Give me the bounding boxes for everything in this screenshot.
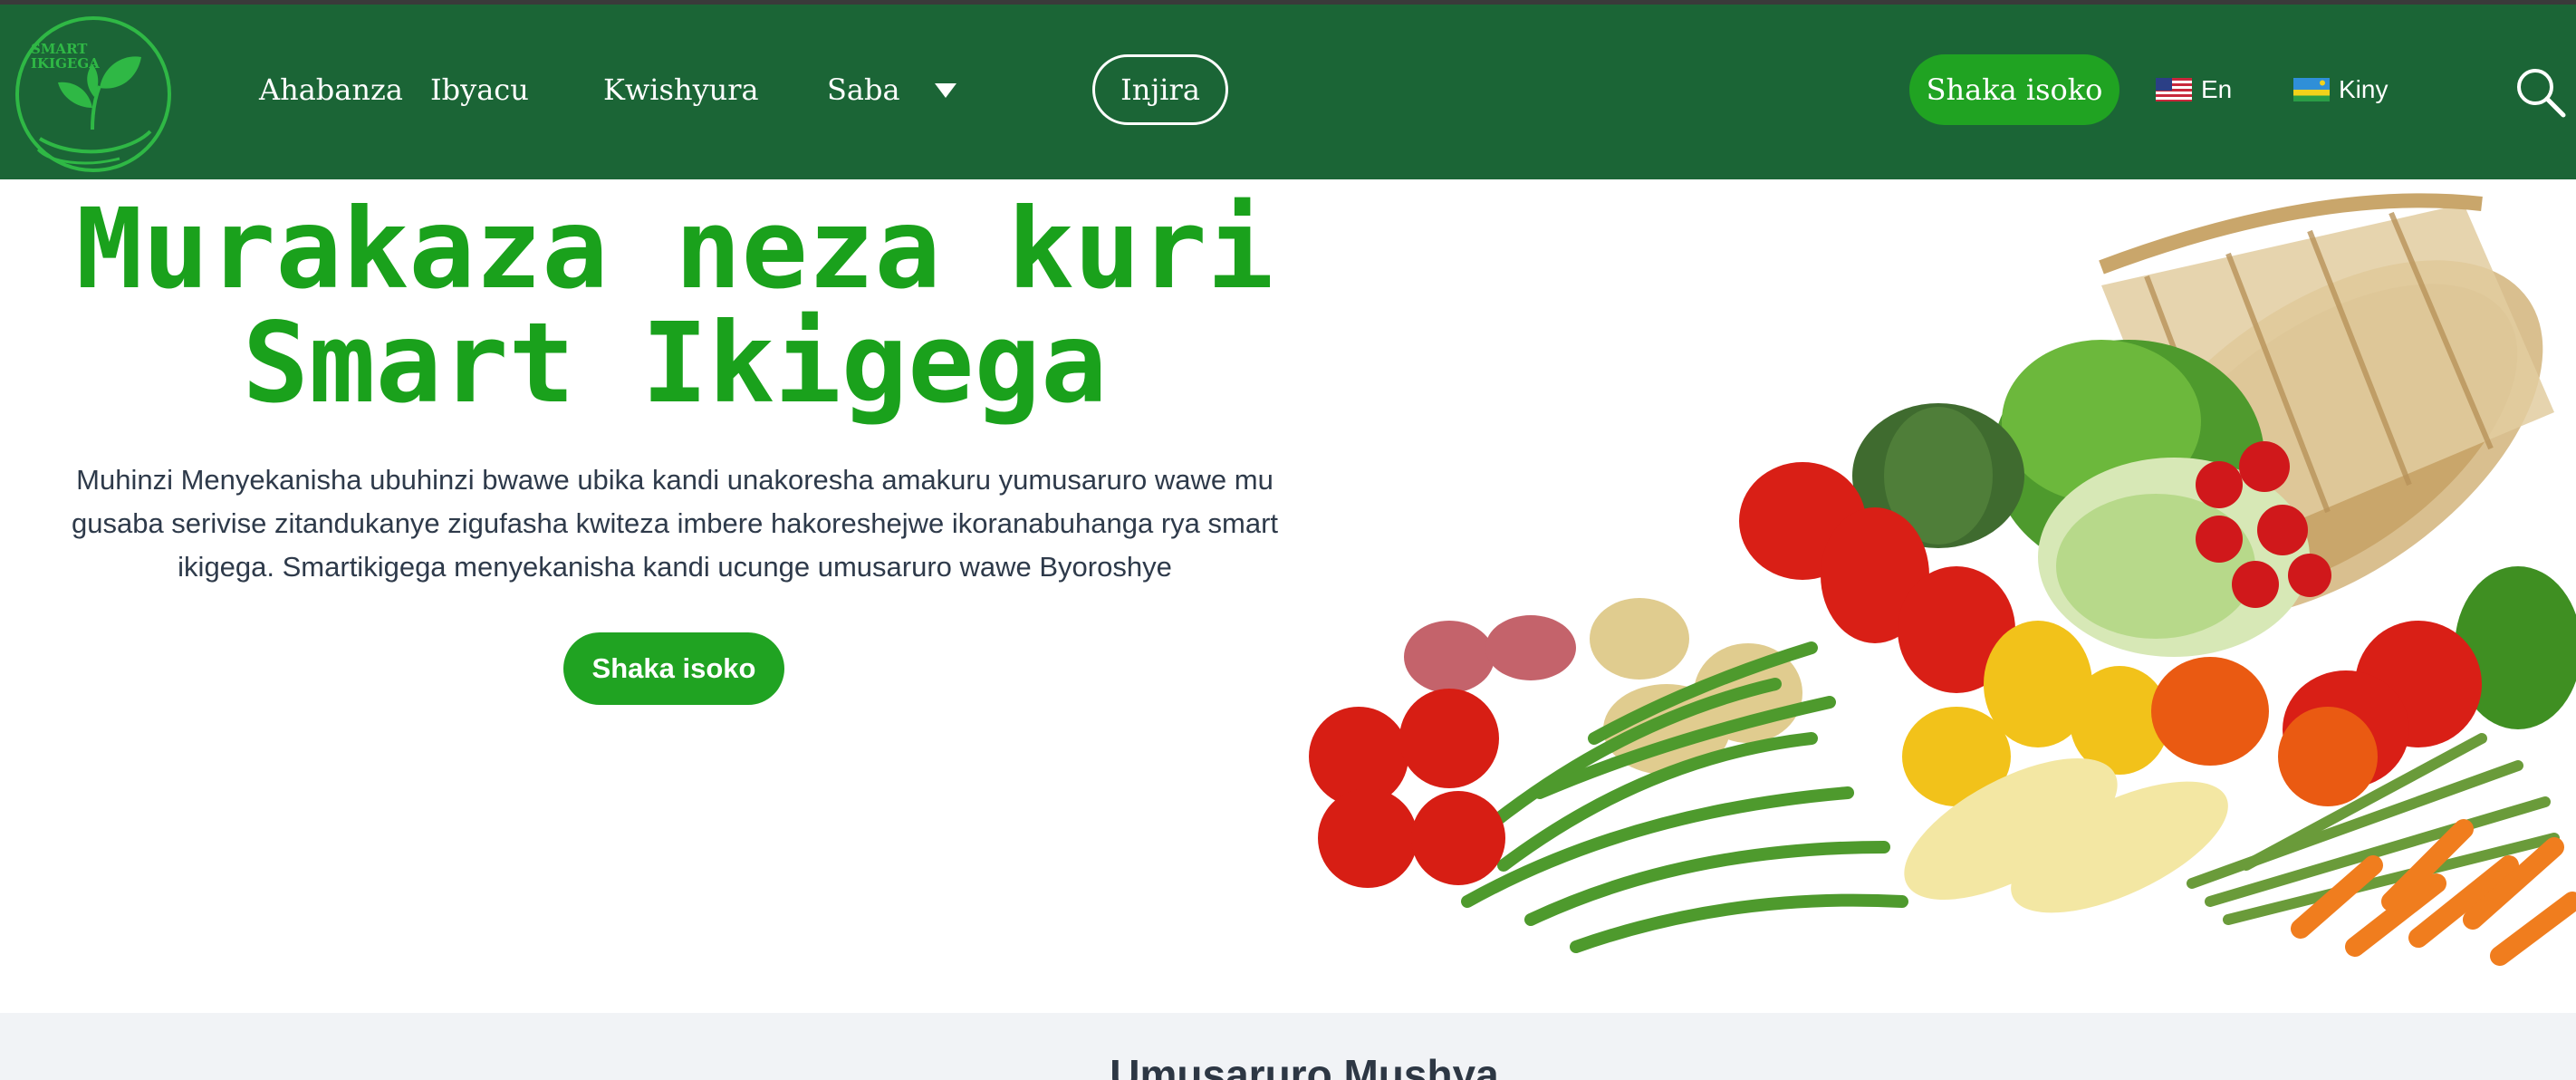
hero-title: Murakaza neza kuri Smart Ikigega — [27, 192, 1322, 420]
search-icon[interactable] — [2514, 66, 2567, 119]
navbar: SMART IKIGEGA Ahabanza Ibyacu Kwishyura … — [0, 5, 2576, 179]
vegetable-basket-image — [1309, 193, 2576, 966]
nav-link-kwishyura[interactable]: Kwishyura — [603, 70, 759, 110]
hero-cta-button[interactable]: Shaka isoko — [563, 632, 784, 705]
section-title: Umusaruro Mushya — [1110, 1051, 1499, 1080]
language-en-label: En — [2201, 75, 2233, 103]
language-en[interactable]: En — [2156, 75, 2232, 104]
nav-link-ahabanza[interactable]: Ahabanza — [259, 70, 403, 110]
caret-down-icon[interactable] — [933, 81, 958, 101]
nav-link-saba[interactable]: Saba — [827, 70, 900, 110]
hero-description: Muhinzi Menyekanisha ubuhinzi bwawe ubik… — [71, 464, 1279, 583]
hero-title-line2: Smart Ikigega — [242, 299, 1108, 428]
language-kiny[interactable]: Kiny — [2293, 75, 2388, 104]
hero-title-line1: Murakaza neza kuri — [75, 185, 1274, 313]
login-button[interactable]: Injira — [1092, 54, 1228, 125]
rwanda-flag-icon — [2293, 78, 2330, 101]
new-products-section: Umusaruro Mushya — [0, 1013, 2576, 1080]
language-kiny-label: Kiny — [2339, 75, 2389, 103]
find-market-button[interactable]: Shaka isoko — [1909, 54, 2119, 125]
us-flag-icon — [2156, 78, 2192, 101]
nav-link-ibyacu[interactable]: Ibyacu — [430, 70, 529, 110]
site-logo[interactable]: SMART IKIGEGA — [13, 14, 174, 175]
